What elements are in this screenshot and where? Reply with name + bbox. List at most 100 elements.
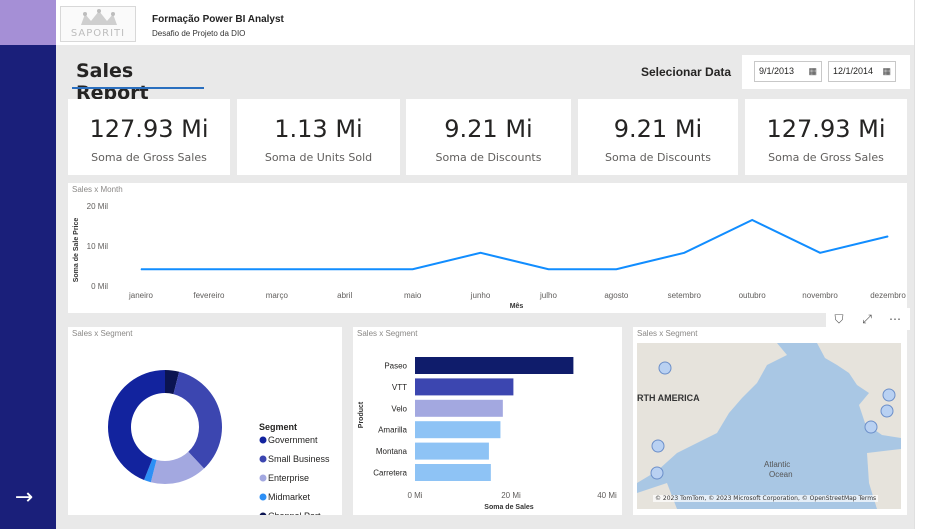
legend-marker (259, 474, 267, 482)
series-line (141, 218, 889, 271)
bar (415, 399, 503, 417)
category-label: VTT (392, 383, 407, 392)
date-start-value: 9/1/2013 (759, 66, 795, 76)
legend-label: Enterprise (268, 473, 309, 483)
x-tick-label: 20 Mi (501, 491, 521, 500)
legend-label: Channel Part... (268, 511, 328, 515)
legend-label: Government (268, 435, 318, 445)
kpi-value: 9.21 Mi (613, 115, 703, 143)
x-tick-label: agosto (604, 291, 629, 300)
map-bubble[interactable] (882, 388, 896, 402)
y-tick-label: 0 Mil (91, 282, 108, 291)
data-point (344, 268, 346, 270)
donut-slice (173, 371, 222, 469)
category-label: Paseo (384, 362, 407, 371)
category-label: Carretera (373, 469, 407, 478)
kpi-label: Soma de Discounts (605, 151, 711, 164)
map-label-ocean: Ocean (769, 470, 793, 479)
line-chart: 0 Mil 10 Mil 20 Mil janeiro fevereiro março ab… (73, 202, 906, 310)
data-point (887, 235, 889, 237)
x-tick-label: março (266, 291, 289, 300)
kpi-label: Soma de Gross Sales (768, 151, 884, 164)
y-axis-label: Soma de Sale Price (73, 218, 80, 283)
rail-accent-block (0, 0, 56, 45)
bar (415, 357, 574, 374)
brand-title: Formação Power BI Analyst (152, 14, 284, 25)
donut-chart-card[interactable]: Sales x Segment Segment Government Small B… (68, 327, 342, 515)
date-end-input[interactable]: 12/1/2014 ▦ (828, 61, 896, 82)
bar-chart: Paseo VTT Velo Amarilla Montana Carretera 0 Mi… (358, 357, 617, 511)
legend-marker (259, 455, 267, 463)
line-chart-card[interactable]: Sales x Month 0 Mil 10 Mil 20 Mil janeiro fe… (68, 183, 907, 313)
y-axis-label: Product (358, 401, 365, 428)
kpi-label: Soma de Discounts (435, 151, 542, 164)
x-tick-label: janeiro (128, 291, 154, 300)
date-range-slicer: 9/1/2013 ▦ 12/1/2014 ▦ (742, 55, 910, 89)
map-title: Sales x Segment (637, 329, 698, 338)
donut-chart: Segment Government Small Business Enterpris… (107, 370, 330, 515)
category-label: Montana (376, 447, 408, 456)
arrow-right-icon[interactable]: → (12, 486, 36, 510)
right-edge-strip (914, 0, 933, 529)
map-bubble[interactable] (880, 404, 894, 418)
y-tick-label: 20 Mil (87, 202, 109, 211)
map-bubble[interactable] (864, 420, 878, 434)
bar (415, 378, 514, 396)
calendar-icon[interactable]: ▦ (808, 62, 817, 81)
bar (415, 421, 501, 439)
kpi-card[interactable]: 1.13 Mi Soma de Units Sold (237, 99, 400, 175)
data-point (208, 268, 210, 270)
x-tick-label: fevereiro (193, 291, 225, 300)
x-tick-label: novembro (802, 291, 838, 300)
x-tick-label: 0 Mi (407, 491, 422, 500)
data-point (140, 268, 142, 270)
data-point (276, 268, 278, 270)
x-axis-label: Mês (510, 303, 524, 310)
x-tick-label: junho (470, 291, 491, 300)
bar-chart-card[interactable]: Sales x Segment Paseo VTT Velo Amarilla Mont… (353, 327, 622, 515)
kpi-value: 127.93 Mi (89, 115, 209, 143)
left-navigation-rail: → (0, 0, 56, 529)
y-tick-label: 10 Mil (87, 242, 109, 251)
x-tick-label: abril (337, 291, 352, 300)
date-filter-label: Selecionar Data (641, 65, 732, 79)
more-options-icon[interactable]: ⋯ (884, 310, 906, 328)
calendar-icon[interactable]: ▦ (882, 62, 891, 81)
kpi-card[interactable]: 9.21 Mi Soma de Discounts (406, 99, 571, 175)
bar (415, 442, 489, 460)
legend-label: Small Business (268, 454, 330, 464)
page-title: Sales Report (76, 60, 149, 104)
company-logo: SAPORITI (60, 6, 136, 42)
date-start-input[interactable]: 9/1/2013 ▦ (754, 61, 822, 82)
filter-icon[interactable]: ⛉ (828, 310, 850, 328)
kpi-value: 9.21 Mi (444, 115, 533, 143)
data-point (412, 268, 414, 270)
x-tick-label: dezembro (870, 291, 906, 300)
focus-mode-icon[interactable]: ⤢ (856, 310, 878, 328)
map-label-atlantic: Atlantic (764, 460, 790, 469)
category-label: Velo (391, 404, 407, 413)
x-axis-label: Soma de Sales (484, 504, 534, 511)
report-canvas: Sales Report Selecionar Data 9/1/2013 ▦ … (56, 45, 914, 529)
legend-label: Midmarket (268, 492, 311, 502)
map-bubble[interactable] (651, 439, 665, 453)
category-label: Amarilla (378, 426, 407, 435)
legend-marker (259, 493, 267, 501)
map-visual[interactable]: RTH AMERICA Atlantic Ocean © 2023 TomTom… (637, 343, 901, 509)
data-point (819, 252, 821, 254)
map-bubble[interactable] (658, 361, 672, 375)
kpi-label: Soma de Units Sold (264, 151, 373, 164)
kpi-card[interactable]: 127.93 Mi Soma de Gross Sales (745, 99, 907, 175)
legend-title: Segment (259, 422, 297, 432)
kpi-label: Soma de Gross Sales (91, 151, 207, 164)
kpi-value: 1.13 Mi (274, 115, 363, 143)
map-credit: © 2023 TomTom, © 2023 Microsoft Corporat… (653, 495, 879, 502)
map-card[interactable]: Sales x Segment RTH AMERICA Atlantic Oce… (633, 327, 907, 515)
logo-wordmark: SAPORITI (70, 28, 126, 39)
data-point (547, 268, 549, 270)
kpi-card[interactable]: 127.93 Mi Soma de Gross Sales (68, 99, 230, 175)
page-title-box: Sales Report (72, 57, 204, 104)
date-end-value: 12/1/2014 (833, 66, 874, 76)
map-bubble[interactable] (650, 466, 664, 480)
kpi-card[interactable]: 9.21 Mi Soma de Discounts (578, 99, 738, 175)
